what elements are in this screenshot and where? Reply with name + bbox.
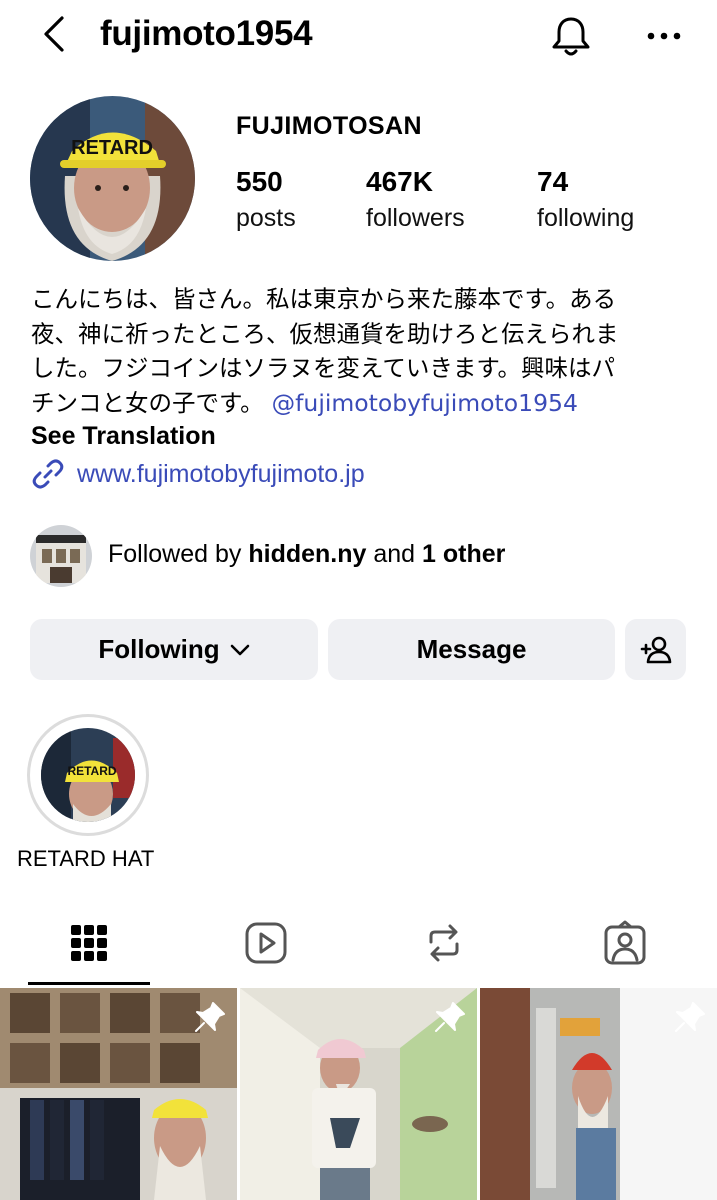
pin-icon (675, 1002, 705, 1032)
followed-by-others[interactable]: 1 other (422, 540, 505, 568)
profile-link[interactable]: www.fujimotobyfujimoto.jp (31, 456, 365, 492)
following-label: following (537, 204, 635, 232)
notifications-button[interactable] (548, 14, 594, 58)
bio-line: チンコと女の子です。 (31, 388, 264, 417)
followers-label: followers (366, 204, 465, 232)
avatar-hat-text: RETARD (71, 137, 153, 159)
posts-count: 550 (236, 166, 283, 197)
story-highlight[interactable]: RETARD (27, 714, 149, 836)
repost-icon (429, 924, 459, 962)
stat-followers[interactable]: 467K followers (366, 166, 465, 233)
message-button-label: Message (416, 634, 527, 664)
more-horizontal-icon (647, 32, 681, 40)
top-bar: fujimoto1954 (0, 0, 717, 72)
stat-following[interactable]: 74 following (537, 166, 634, 233)
following-button-label: Following (98, 634, 220, 664)
suggested-people-button[interactable] (625, 619, 686, 680)
post-thumbnail[interactable] (240, 988, 477, 1200)
pin-icon (195, 1002, 225, 1032)
mutual-follower-photo (30, 525, 92, 587)
active-tab-indicator (28, 982, 150, 985)
posts-label: posts (236, 204, 296, 232)
pin-icon (435, 1002, 465, 1032)
more-options-button[interactable] (642, 18, 686, 54)
stat-posts[interactable]: 550 posts (236, 166, 296, 233)
bio-mention-link[interactable]: @fujimotobyfujimoto1954 (272, 389, 578, 417)
bio-line: した。フジコインはソラヌを変えていきます。興味はパ (31, 354, 615, 382)
post-thumbnail[interactable] (0, 988, 237, 1200)
followed-by-user[interactable]: hidden.ny (248, 540, 366, 568)
followed-by-and: and (373, 540, 416, 568)
chevron-down-icon (230, 644, 249, 655)
back-button[interactable] (36, 14, 76, 54)
post-thumbnail[interactable] (480, 988, 717, 1200)
profile-username: fujimoto1954 (100, 14, 313, 53)
bio-line: こんにちは、皆さん。私は東京から来た藤本です。ある (31, 285, 617, 313)
display-name: FUJIMOTOSAN (236, 112, 422, 140)
profile-bio: こんにちは、皆さん。私は東京から来た藤本です。ある 夜、神に祈ったところ、仮想通… (31, 282, 691, 420)
posts-grid (0, 988, 717, 1200)
bio-line: 夜、神に祈ったところ、仮想通貨を助けろと伝えられま (31, 319, 619, 348)
grid-icon (71, 925, 107, 961)
highlight-photo: RETARD (41, 728, 135, 822)
tab-posts-grid[interactable] (66, 920, 112, 966)
chevron-left-icon (44, 16, 64, 52)
following-button[interactable]: Following (30, 619, 318, 680)
see-translation-button[interactable]: See Translation (31, 422, 216, 451)
bell-icon (552, 17, 590, 56)
followed-by-prefix: Followed by (108, 540, 242, 568)
tagged-icon (604, 920, 646, 965)
followers-count: 467K (366, 166, 433, 197)
mutual-follower-avatar[interactable] (30, 525, 92, 587)
highlight-label[interactable]: RETARD HAT (17, 846, 167, 872)
tab-reels[interactable] (243, 920, 289, 966)
following-count: 74 (537, 166, 569, 197)
profile-link-text[interactable]: www.fujimotobyfujimoto.jp (77, 460, 365, 489)
message-button[interactable]: Message (328, 619, 615, 680)
highlight-cover: RETARD (41, 728, 135, 822)
avatar-photo: RETARD (30, 96, 195, 261)
tab-tagged[interactable] (602, 920, 648, 966)
profile-avatar[interactable]: RETARD (30, 96, 195, 261)
profile-tabs (0, 900, 717, 988)
bio-line-last: チンコと女の子です。 @fujimotobyfujimoto1954 (31, 386, 691, 421)
followed-by-text[interactable]: Followed by hidden.ny and 1 other (108, 540, 505, 569)
tab-reposts[interactable] (421, 920, 467, 966)
add-person-icon (640, 636, 671, 663)
link-icon (32, 459, 64, 489)
reels-icon (245, 922, 287, 964)
highlight-hat-text: RETARD (67, 764, 116, 778)
